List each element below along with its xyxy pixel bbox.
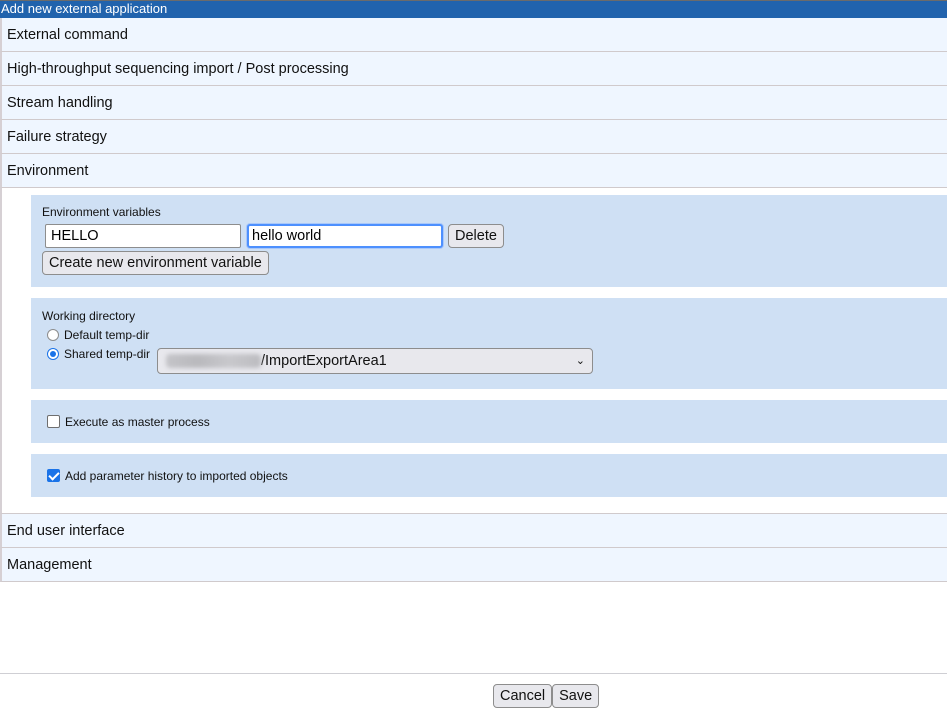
add-param-history-checkbox[interactable] [47,469,60,482]
section-header-end-user-interface[interactable]: End user interface [0,514,947,548]
environment-variables-panel: Environment variables Delete Create new … [31,195,947,287]
shared-temp-dir-radio[interactable] [47,347,59,360]
env-variable-row: Delete [42,223,947,249]
shared-temp-dir-selected-value: /ImportExportArea1 [261,353,387,369]
save-button[interactable]: Save [552,684,600,708]
default-temp-dir-radio[interactable] [47,328,59,341]
execute-as-master-checkbox[interactable] [47,415,60,428]
environment-variables-label: Environment variables [42,205,161,219]
chevron-down-icon: ⌄ [575,355,585,367]
env-variable-name-input[interactable] [45,224,241,248]
add-param-history-label: Add parameter history to imported object… [65,468,288,483]
dialog-title: Add new external application [0,1,947,18]
section-header-failure-strategy[interactable]: Failure strategy [0,120,947,154]
section-header-hts-import[interactable]: High-throughput sequencing import / Post… [0,52,947,86]
section-header-environment[interactable]: Environment [0,154,947,188]
env-variable-value-input[interactable] [247,224,443,248]
execute-as-master-label: Execute as master process [65,414,210,429]
shared-temp-dir-select[interactable]: /ImportExportArea1 ⌄ [157,348,593,374]
radio-option-default-temp-dir[interactable]: Default temp-dir [47,325,947,344]
add-param-history-panel: Add parameter history to imported object… [31,454,947,497]
working-directory-panel: Working directory Default temp-dir Share… [31,298,947,389]
delete-env-variable-button[interactable]: Delete [448,224,504,248]
footer-divider [0,673,947,674]
shared-temp-dir-label: Shared temp-dir [64,346,151,361]
create-env-variable-button[interactable]: Create new environment variable [42,251,269,275]
section-header-management[interactable]: Management [0,548,947,582]
working-directory-label: Working directory [42,309,136,323]
default-temp-dir-label: Default temp-dir [64,327,150,342]
section-header-external-command[interactable]: External command [0,18,947,52]
redacted-path-prefix [166,354,261,368]
section-header-stream-handling[interactable]: Stream handling [0,86,947,120]
settings-accordion: External command High-throughput sequenc… [0,18,947,582]
footer-actions: Cancel Save [493,684,600,708]
cancel-button[interactable]: Cancel [493,684,553,708]
execute-as-master-panel: Execute as master process [31,400,947,443]
